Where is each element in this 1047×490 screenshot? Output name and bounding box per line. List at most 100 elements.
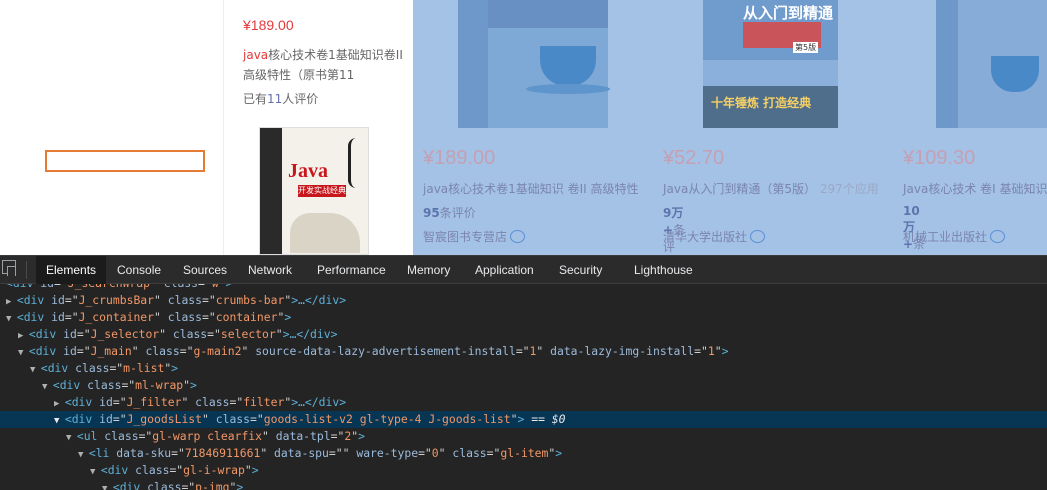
dom-node-line[interactable]: ▼ <div class="m-list"> [0, 360, 1047, 377]
product-title-link[interactable]: Java核心技术 卷I 基础知识 [903, 180, 1047, 197]
tab-security[interactable]: Security [559, 256, 602, 284]
product-item-left[interactable]: ¥189.00 java核心技术卷1基础知识卷II 高级特性（原书第11 已有1… [223, 0, 413, 255]
tab-memory[interactable]: Memory [407, 256, 450, 284]
dom-space [157, 284, 164, 290]
dom-attr-eq: =" [330, 429, 345, 443]
dom-node-line[interactable]: ▼ <li data-sku="71846911661" data-spu=""… [0, 445, 1047, 462]
dom-attr-eq: =" [121, 378, 136, 392]
product-shop[interactable]: 清华大学出版社 [663, 228, 766, 245]
collapse-arrow-icon[interactable]: ▼ [6, 314, 17, 324]
dom-attr-value[interactable]: ml-wrap [135, 378, 183, 392]
cover-side [936, 0, 958, 128]
dom-attr-value[interactable]: J_main [91, 344, 132, 358]
dom-attr-value[interactable]: selector [221, 327, 276, 341]
dom-attr-quote: " [714, 344, 722, 358]
dom-attr-value[interactable]: p-img [195, 480, 229, 490]
dom-attr-quote: " [510, 412, 518, 426]
dom-node-line[interactable]: ▼ <div id="J_goodsList" class="goods-lis… [0, 411, 1047, 428]
dom-attr-quote: " [154, 293, 161, 307]
dom-attr-value[interactable]: gl-item [500, 446, 548, 460]
shop-name[interactable]: 清华大学出版社 [663, 230, 747, 244]
book-cover-image[interactable]: Java 开发实战经典 [259, 127, 369, 255]
dom-attr-name: class [164, 284, 198, 290]
book-cover-image[interactable] [936, 0, 1047, 128]
dom-attr-value[interactable]: J_goodsList [127, 412, 202, 426]
dom-space [269, 429, 276, 443]
tab-performance[interactable]: Performance [317, 256, 386, 284]
tab-sources[interactable]: Sources [183, 256, 227, 284]
dom-attr-name: class [215, 412, 251, 426]
dom-attr-value[interactable]: w [212, 284, 219, 290]
dom-attr-value[interactable]: J_crumbsBar [79, 293, 154, 307]
dom-node-line[interactable]: ▼ <div id="J_main" class="g-main2" sourc… [0, 343, 1047, 360]
dom-attr-value[interactable]: gl-warp clearfix [152, 429, 262, 443]
dom-attr-value[interactable]: J_filter [127, 395, 182, 409]
dom-node-line[interactable]: ▼ <div class="gl-i-wrap"> [0, 462, 1047, 479]
product-shop[interactable]: 机械工业出版社 [903, 228, 1006, 245]
product-comment-count[interactable]: 已有11人评价 [243, 90, 318, 107]
collapse-arrow-icon[interactable]: ▼ [30, 365, 41, 375]
dom-space [161, 310, 168, 324]
collapse-arrow-icon[interactable]: ▼ [18, 348, 29, 358]
title-keyword: java [243, 48, 269, 62]
dom-attr-name: data-spu [274, 446, 329, 460]
collapse-arrow-icon[interactable]: ▼ [102, 484, 113, 490]
dom-attr-value[interactable]: crumbs-bar [216, 293, 285, 307]
dom-node-line[interactable]: ▶ <div id="J_selector" class="selector">… [0, 326, 1047, 343]
expand-arrow-icon[interactable]: ▶ [54, 399, 65, 409]
dom-attr-value[interactable]: container [216, 310, 278, 324]
tab-lighthouse[interactable]: Lighthouse [634, 256, 693, 284]
dom-attr-value[interactable]: goods-list-v2 gl-type-4 J-goods-list [264, 412, 511, 426]
collapse-arrow-icon[interactable]: ▼ [66, 433, 77, 443]
dom-attr-value[interactable]: J_searchWrap [68, 284, 150, 290]
product-title-link[interactable]: Java从入门到精通（第5版） 297个应用 [663, 180, 879, 197]
dom-node-line[interactable]: ▼ <ul class="gl-warp clearfix" data-tpl=… [0, 428, 1047, 445]
shop-name[interactable]: 机械工业出版社 [903, 230, 987, 244]
chat-bubble-icon[interactable] [750, 230, 766, 243]
dom-attr-quote: " [202, 412, 209, 426]
dom-attr-eq: =" [54, 284, 68, 290]
dom-attr-eq: =" [64, 310, 79, 324]
product-title-link[interactable]: java核心技术卷1基础知识卷II 高级特性（原书第11 [243, 45, 403, 85]
tab-network[interactable]: Network [248, 256, 292, 284]
dom-node-line[interactable]: ▶ <div id="J_filter" class="filter">…</d… [0, 394, 1047, 411]
dom-node-line[interactable]: ▼ <div class="ml-wrap"> [0, 377, 1047, 394]
dom-attr-value[interactable]: g-main2 [193, 344, 241, 358]
tab-elements[interactable]: Elements [36, 256, 107, 284]
product-card[interactable]: ¥109.30 Java核心技术 卷I 基础知识 10万+条评价 机械工业出版社 [413, 0, 1047, 255]
elements-dom-tree[interactable]: <div id="J_searchWrap" class="w">▶ <div … [0, 284, 1047, 490]
tab-console[interactable]: Console [117, 256, 161, 284]
dom-attr-value[interactable]: 71846911661 [185, 446, 260, 460]
dom-tag-name: <div [28, 327, 57, 341]
dom-attr-value[interactable]: J_container [79, 310, 154, 324]
dom-attr-eq: =" [109, 361, 124, 375]
dom-attr-value[interactable]: m-list [123, 361, 164, 375]
dom-attr-eq: =" [486, 446, 501, 460]
dom-node-line[interactable]: ▶ <div id="J_crumbsBar" class="crumbs-ba… [0, 292, 1047, 309]
dom-attr-name: class [172, 327, 208, 341]
dom-attr-value[interactable]: filter [243, 395, 284, 409]
dom-attr-value[interactable]: 0 [432, 446, 439, 460]
book-cover-image[interactable]: 从入门到精通 第5版 十年锤炼 打造经典 [703, 0, 838, 128]
collapse-arrow-icon[interactable]: ▼ [54, 416, 65, 426]
dom-attr-value[interactable]: J_selector [91, 327, 160, 341]
dom-tag-name: <div [16, 310, 45, 324]
dom-node-line[interactable]: ▼ <div class="p-img"> [0, 479, 1047, 490]
comment-number[interactable]: 11 [267, 92, 282, 106]
dom-attr-value[interactable]: gl-i-wrap [183, 463, 245, 477]
expand-arrow-icon[interactable]: ▶ [6, 297, 17, 307]
dom-attr-value[interactable]: 1 [708, 344, 715, 358]
chat-bubble-icon[interactable] [990, 230, 1006, 243]
dom-attr-name: class [167, 310, 203, 324]
dom-attr-eq: =" [112, 395, 127, 409]
expand-arrow-icon[interactable]: ▶ [18, 331, 29, 341]
tab-application[interactable]: Application [475, 256, 534, 284]
product-price: ¥109.30 [903, 147, 976, 169]
dom-attr-eq: =" [76, 327, 91, 341]
dom-node-line[interactable]: ▼ <div id="J_container" class="container… [0, 309, 1047, 326]
device-toolbar-icon[interactable] [2, 260, 16, 276]
collapse-arrow-icon[interactable]: ▼ [78, 450, 89, 460]
collapse-arrow-icon[interactable]: ▼ [90, 467, 101, 477]
collapse-arrow-icon[interactable]: ▼ [42, 382, 53, 392]
dom-node-line[interactable]: <div id="J_searchWrap" class="w"> [0, 284, 1047, 292]
